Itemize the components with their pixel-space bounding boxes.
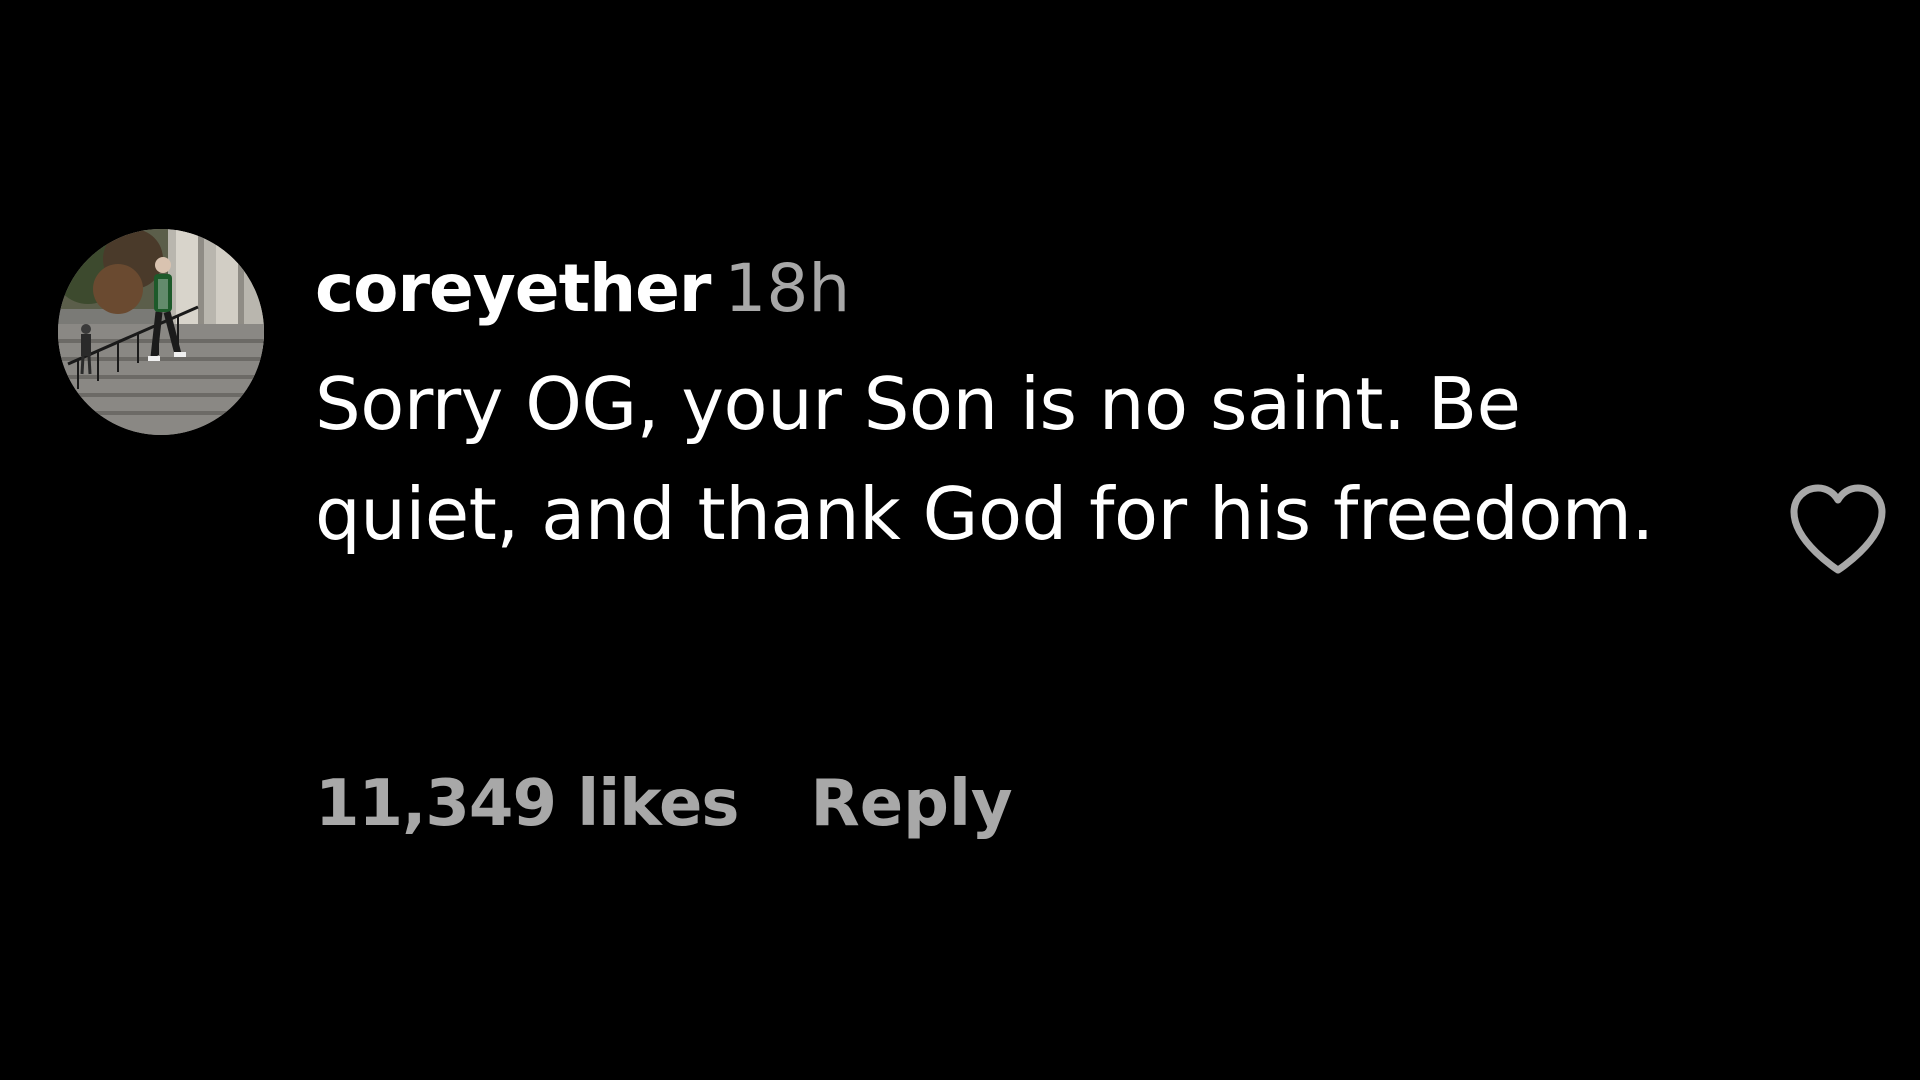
username[interactable]: coreyether [315, 250, 711, 327]
avatar-photo [58, 229, 264, 435]
comment-item: coreyether 18h Sorry OG, your Son is no s… [58, 229, 1888, 869]
like-button[interactable] [1786, 482, 1890, 578]
timestamp: 18h [724, 250, 851, 327]
heart-outline-icon [1790, 484, 1886, 574]
likes-count[interactable]: 11,349 likes [315, 767, 739, 841]
comment-actions: 11,349 likes Reply [315, 764, 1013, 844]
comment-body: coreyether 18h Sorry OG, your Son is no s… [315, 249, 1715, 569]
comment-header: coreyether 18h [315, 249, 1715, 329]
avatar[interactable] [58, 229, 264, 435]
reply-button[interactable]: Reply [810, 767, 1012, 841]
comment-text: Sorry OG, your Son is no saint. Be quiet… [315, 362, 1654, 556]
